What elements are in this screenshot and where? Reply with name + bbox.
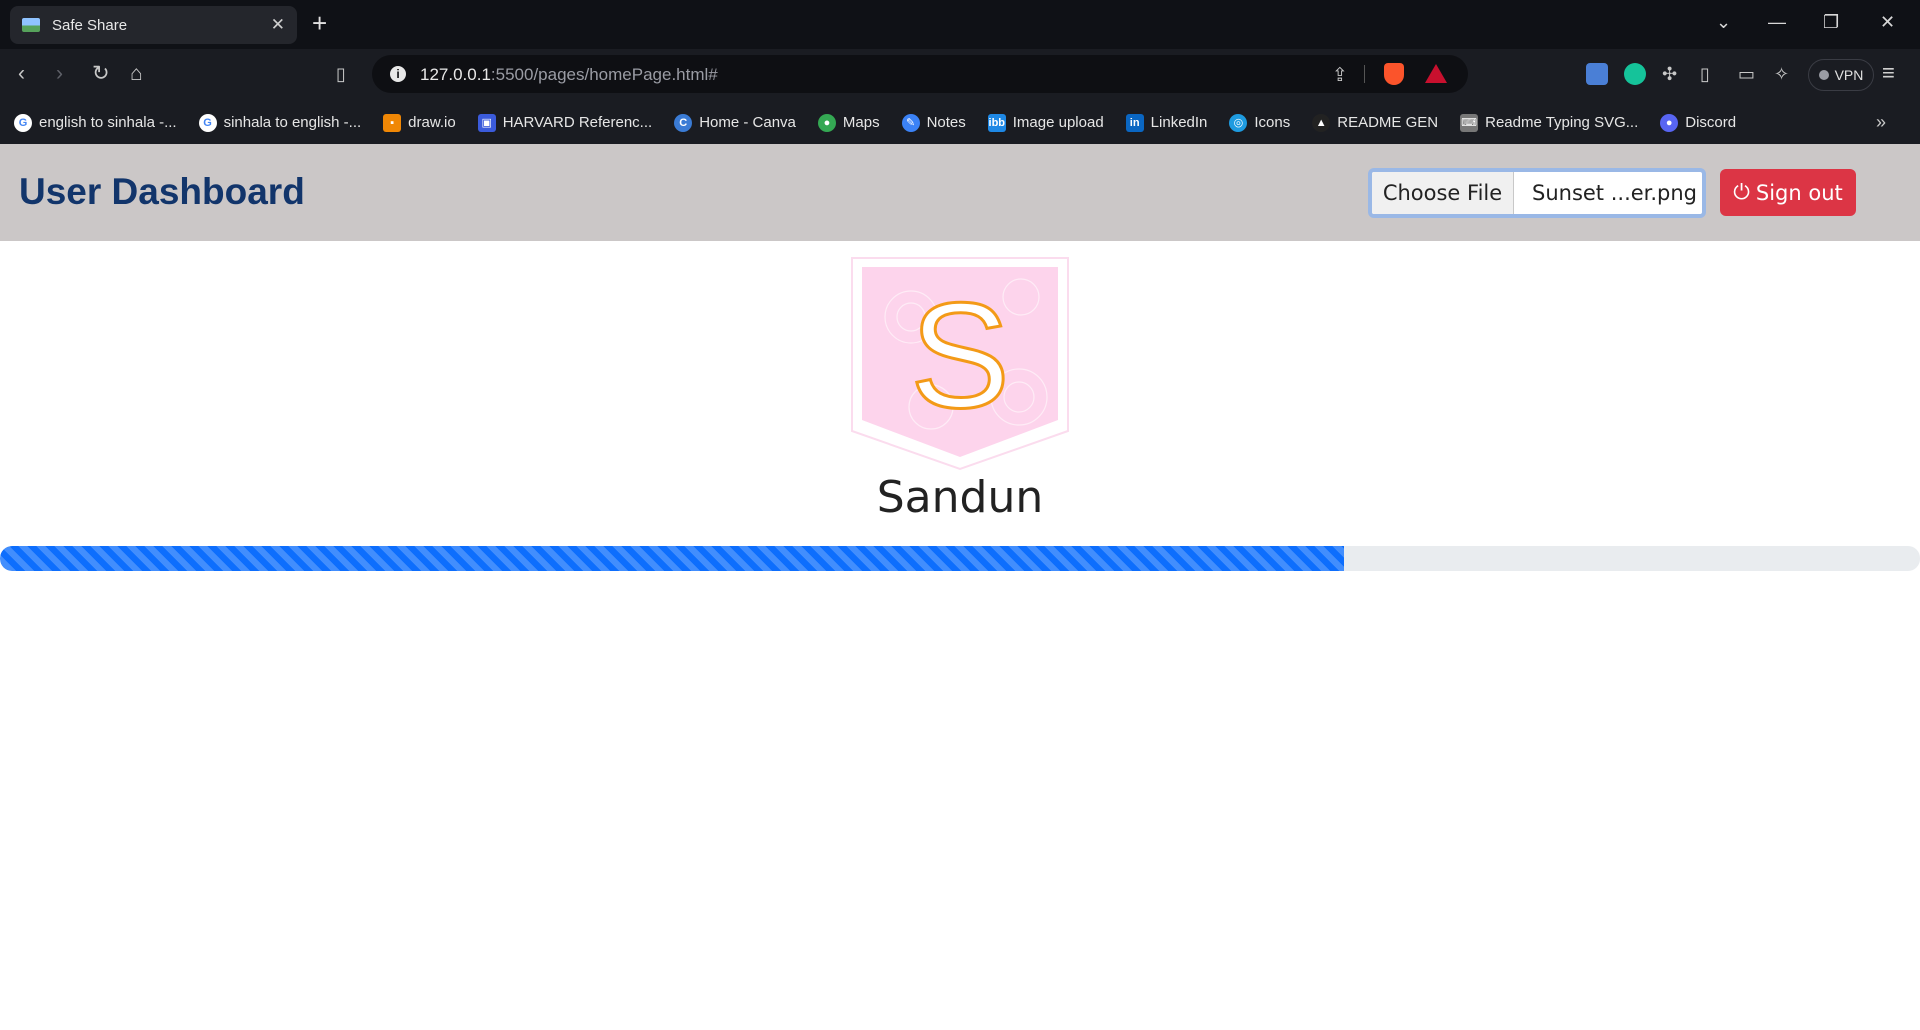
wallet-icon[interactable]: ▭: [1738, 62, 1755, 86]
bookmark-label: Maps: [842, 114, 880, 131]
harvard-icon: ▣: [477, 113, 496, 132]
bookmark-item[interactable]: ▲ README GEN: [1312, 113, 1439, 132]
bookmark-label: Home - Canva: [699, 114, 796, 131]
brave-shields-icon[interactable]: [1384, 63, 1404, 85]
bookmark-label: english to sinhala -...: [39, 114, 177, 131]
bookmark-item[interactable]: ▣ HARVARD Referenc...: [477, 113, 653, 132]
browser-toolbar: ‹ › ↻ ⌂ ▯ i 127.0.0.1:5500/pages/homePag…: [0, 49, 1920, 101]
bookmark-item[interactable]: ● Discord: [1660, 113, 1737, 132]
new-tab-button[interactable]: +: [312, 10, 327, 36]
page-title: User Dashboard: [19, 171, 305, 212]
username: Sandun: [876, 472, 1044, 523]
address-bar[interactable]: i 127.0.0.1:5500/pages/homePage.html# ⇪: [372, 55, 1468, 93]
ibb-icon: ibb: [987, 113, 1006, 132]
selected-file-name: Sunset ...er.png: [1532, 181, 1698, 205]
file-input[interactable]: Choose File Sunset ...er.png: [1368, 168, 1706, 218]
choose-file-button[interactable]: Choose File: [1372, 172, 1514, 214]
bookmark-label: README GEN: [1337, 114, 1439, 131]
bookmark-label: Icons: [1254, 114, 1291, 131]
vpn-status-icon: [1818, 70, 1829, 80]
tab-title: Safe Share: [52, 16, 128, 34]
upload-progress: [0, 546, 1920, 571]
dashboard-header: User Dashboard Choose File Sunset ...er.…: [0, 144, 1920, 241]
more-bookmarks-icon[interactable]: »: [1876, 112, 1886, 133]
signout-button[interactable]: ⏻ Sign out: [1720, 169, 1856, 216]
notes-icon: ✎: [901, 113, 920, 132]
share-icon[interactable]: ⇪: [1332, 64, 1348, 87]
google-icon: G: [198, 113, 217, 132]
bookmark-label: draw.io: [408, 114, 456, 131]
brave-rewards-icon[interactable]: [1425, 64, 1447, 83]
page-content: User Dashboard Choose File Sunset ...er.…: [0, 144, 1920, 1030]
browser-tabstrip: Safe Share ✕ + ⌄ — ❐ ✕: [0, 0, 1920, 49]
grammarly-icon[interactable]: [1624, 63, 1646, 85]
bookmark-icon[interactable]: ▯: [336, 62, 346, 86]
readme-icon: ▲: [1312, 113, 1331, 132]
bookmark-item[interactable]: ✎ Notes: [901, 113, 966, 132]
power-icon: ⏻: [1733, 180, 1750, 204]
window-close-button[interactable]: ✕: [1880, 12, 1895, 32]
leo-ai-icon[interactable]: ✧: [1774, 62, 1789, 86]
avatar: S: [851, 257, 1069, 471]
close-icon[interactable]: ✕: [271, 15, 285, 35]
bookmark-label: sinhala to english -...: [223, 114, 362, 131]
vpn-label: VPN: [1834, 67, 1864, 83]
bookmark-item[interactable]: C Home - Canva: [674, 113, 796, 132]
google-icon: G: [14, 113, 32, 132]
site-info-icon[interactable]: i: [390, 66, 406, 82]
keyboard-icon: ⌨: [1460, 113, 1479, 132]
canva-icon: C: [674, 113, 693, 132]
vpn-button[interactable]: VPN: [1808, 59, 1874, 91]
bookmark-label: LinkedIn: [1150, 114, 1208, 131]
landscape-icon: [22, 18, 40, 32]
home-icon[interactable]: ⌂: [130, 62, 143, 86]
url-text[interactable]: 127.0.0.1:5500/pages/homePage.html#: [420, 65, 718, 85]
maps-icon: ●: [817, 113, 836, 132]
separator: [1364, 65, 1365, 83]
menu-icon[interactable]: ≡: [1882, 61, 1895, 85]
icons-icon: ◎: [1229, 113, 1248, 132]
bookmark-item[interactable]: Gsinhala to english -...: [198, 113, 362, 132]
upload-progress-fill: [0, 546, 1344, 571]
bookmark-label: Image upload: [1012, 114, 1104, 131]
bookmark-label: Notes: [926, 114, 966, 131]
bookmark-item[interactable]: ▪ draw.io: [383, 113, 456, 132]
translate-icon[interactable]: [1586, 63, 1608, 85]
bookmark-item[interactable]: in LinkedIn: [1125, 113, 1208, 132]
reload-icon[interactable]: ↻: [92, 62, 110, 86]
browser-tab[interactable]: Safe Share ✕: [10, 6, 297, 44]
bookmark-item[interactable]: ● Maps: [817, 113, 880, 132]
sidebar-icon[interactable]: ▯: [1700, 62, 1710, 86]
bookmark-label: Readme Typing SVG...: [1485, 114, 1639, 131]
bookmark-item[interactable]: ibb Image upload: [987, 113, 1104, 132]
extensions-icon[interactable]: ✣: [1662, 62, 1677, 86]
avatar-letter: S: [910, 271, 1010, 439]
drawio-icon: ▪: [383, 113, 402, 132]
bookmark-label: Discord: [1685, 114, 1737, 131]
bookmarks-bar: Genglish to sinhala -... Gsinhala to engl…: [0, 101, 1920, 144]
bookmark-item[interactable]: Genglish to sinhala -...: [14, 113, 177, 132]
minimize-button[interactable]: —: [1768, 12, 1786, 32]
forward-icon[interactable]: ›: [56, 62, 63, 86]
tab-search-icon[interactable]: ⌄: [1716, 12, 1731, 32]
back-icon[interactable]: ‹: [18, 62, 25, 86]
linkedin-icon: in: [1125, 113, 1144, 132]
bookmark-item[interactable]: ◎ Icons: [1229, 113, 1291, 132]
signout-label: Sign out: [1755, 180, 1843, 205]
discord-icon: ●: [1660, 113, 1679, 132]
bookmark-label: HARVARD Referenc...: [502, 114, 653, 131]
bookmark-item[interactable]: ⌨ Readme Typing SVG...: [1460, 113, 1639, 132]
restore-button[interactable]: ❐: [1823, 12, 1839, 32]
